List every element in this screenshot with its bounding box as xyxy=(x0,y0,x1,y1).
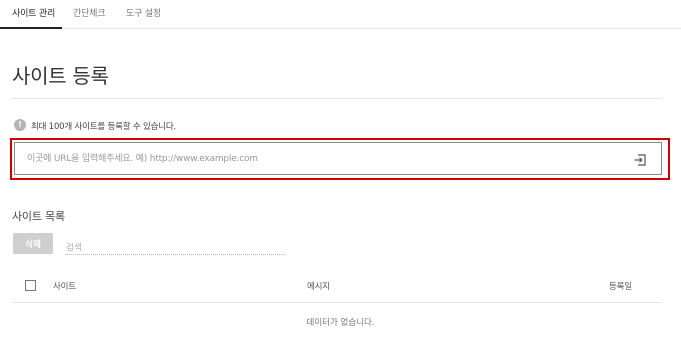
search-input[interactable] xyxy=(66,239,284,257)
column-header-site: 사이트 xyxy=(53,282,76,292)
site-limit-notice: 최대 100개 사이트를 등록할 수 있습니다. xyxy=(31,122,176,132)
enter-icon[interactable] xyxy=(633,152,647,166)
info-icon: ! xyxy=(14,119,26,131)
active-tab-indicator xyxy=(0,27,62,29)
column-header-registered-date: 등록일 xyxy=(609,282,632,292)
top-tab-bar: 사이트 관리 간단체크 도구 설정 xyxy=(0,0,681,29)
url-input[interactable] xyxy=(27,152,617,166)
column-header-message: 메시지 xyxy=(307,282,330,292)
page-title: 사이트 등록 xyxy=(12,64,109,88)
site-list-title: 사이트 목록 xyxy=(12,210,65,223)
delete-button[interactable]: 삭제 xyxy=(13,233,53,254)
url-input-box xyxy=(14,142,662,175)
tab-tool-settings[interactable]: 도구 설정 xyxy=(126,6,161,19)
title-divider xyxy=(12,98,662,99)
tab-site-management[interactable]: 사이트 관리 xyxy=(12,6,55,19)
empty-table-message: 데이터가 없습니다. xyxy=(306,318,375,328)
search-field xyxy=(66,235,284,257)
select-all-checkbox[interactable] xyxy=(25,280,36,291)
tab-quick-check[interactable]: 간단체크 xyxy=(73,6,106,19)
table-header-divider xyxy=(12,302,662,303)
